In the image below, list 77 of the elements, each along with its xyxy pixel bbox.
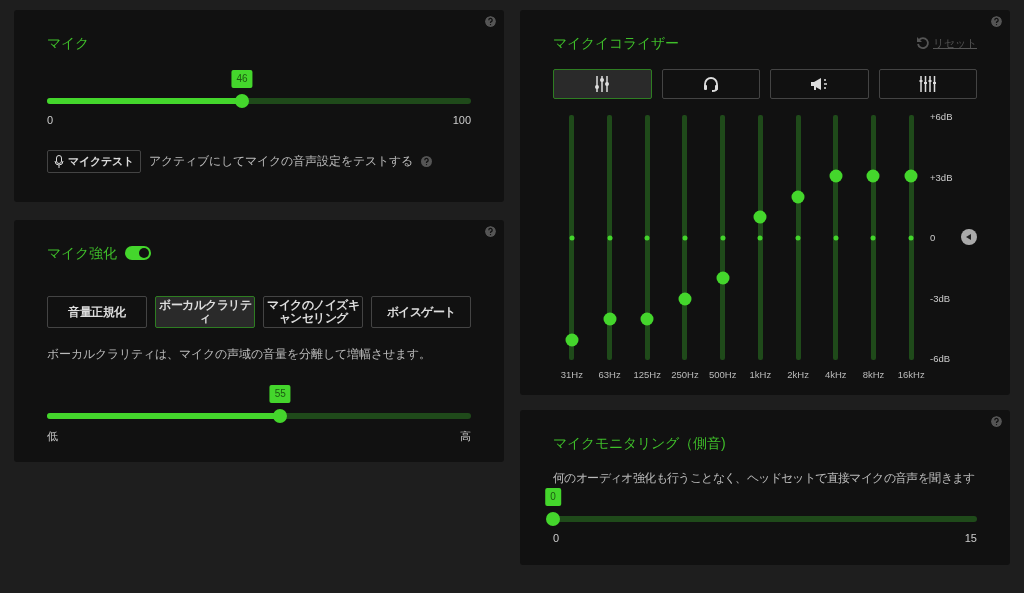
band-slider-track[interactable] [603, 115, 617, 360]
sliders-icon [594, 75, 611, 93]
mic-test-button[interactable]: マイクテスト [47, 150, 141, 173]
band-slider-track[interactable] [904, 115, 918, 360]
frequency-label: 16kHz [897, 369, 925, 380]
frequency-label: 500Hz [708, 369, 737, 380]
band-slider-thumb[interactable] [678, 292, 692, 306]
test-description: アクティブにしてマイクの音声設定をテストする [149, 153, 413, 170]
band-slider-thumb[interactable] [904, 169, 918, 183]
help-icon[interactable] [485, 16, 496, 27]
reset-icon [916, 36, 930, 50]
megaphone-icon [810, 76, 829, 92]
db-label: +3dB [930, 171, 954, 183]
band-slider-thumb[interactable] [640, 312, 654, 326]
panel-title: マイクイコライザー [553, 34, 679, 52]
collapse-button[interactable] [961, 229, 978, 245]
option-description: ボーカルクラリティは、マイクの声域の音量を分離して増幅させます。 [47, 346, 432, 363]
frequency-label: 4kHz [824, 369, 847, 380]
frequency-label: 2kHz [787, 369, 809, 380]
band-slider-track[interactable] [565, 115, 579, 360]
band-slider-thumb[interactable] [791, 190, 805, 204]
band-slider-track[interactable] [791, 115, 805, 360]
db-label: 0 [930, 232, 937, 243]
band-slider-track[interactable] [716, 115, 730, 360]
band-slider-thumb[interactable] [565, 333, 579, 347]
help-icon[interactable] [991, 416, 1002, 427]
monitoring-description: 何のオーディオ強化も行うことなく、ヘッドセットで直接マイクの音声を聞きます [553, 471, 976, 486]
min-label: 0 [47, 114, 54, 126]
max-label: 15 [964, 532, 977, 544]
max-label: 高 [460, 429, 471, 444]
toggle-switch[interactable] [125, 246, 151, 260]
headset-icon [701, 75, 720, 93]
preset-button[interactable] [553, 69, 652, 99]
option-button[interactable]: ボイスゲート [371, 296, 471, 328]
band-slider-thumb[interactable] [829, 169, 843, 183]
value-badge: 46 [231, 70, 253, 88]
panel-title: マイク [47, 34, 90, 52]
microphone-icon [54, 154, 64, 169]
max-label: 100 [452, 114, 471, 126]
frequency-label: 8kHz [862, 369, 885, 380]
option-button[interactable]: 音量正規化 [47, 296, 147, 328]
frequency-label: 63Hz [598, 369, 621, 380]
equalizer-icon [918, 75, 937, 93]
band-slider-thumb[interactable] [753, 210, 767, 224]
band-slider-track[interactable] [829, 115, 843, 360]
panel-title: マイクモニタリング（側音) [553, 434, 727, 452]
value-badge: 55 [269, 385, 291, 403]
band-slider-track[interactable] [678, 115, 692, 360]
db-label: -6dB [930, 353, 952, 364]
triangle-icon [965, 233, 974, 241]
preset-button[interactable] [770, 69, 869, 99]
panel-title: マイク強化 [47, 244, 117, 262]
frequency-label: 31Hz [560, 369, 583, 380]
option-button[interactable]: ボーカルクラリティ [155, 296, 255, 328]
min-label: 低 [47, 429, 58, 444]
frequency-label: 250Hz [671, 369, 699, 380]
db-label: -3dB [930, 292, 952, 304]
band-slider-thumb[interactable] [866, 169, 880, 183]
slider-thumb[interactable] [546, 512, 560, 526]
frequency-label: 125Hz [633, 369, 661, 380]
help-icon[interactable] [421, 156, 432, 167]
band-slider-thumb[interactable] [603, 312, 617, 326]
slider-thumb[interactable] [273, 409, 288, 423]
help-icon[interactable] [485, 226, 496, 237]
preset-button[interactable] [878, 69, 977, 99]
value-badge: 0 [545, 488, 561, 506]
band-slider-thumb[interactable] [716, 271, 730, 285]
option-button[interactable]: マイクのノイズキャンセリング [263, 296, 363, 328]
band-slider-track[interactable] [640, 115, 654, 360]
slider-thumb[interactable] [235, 94, 250, 108]
frequency-label: 1kHz [749, 369, 772, 380]
band-slider-track[interactable] [866, 115, 880, 360]
db-label: +6dB [930, 111, 954, 122]
band-slider-track[interactable] [753, 115, 767, 360]
help-icon[interactable] [991, 16, 1002, 27]
preset-button[interactable] [661, 69, 760, 99]
min-label: 0 [553, 532, 560, 544]
